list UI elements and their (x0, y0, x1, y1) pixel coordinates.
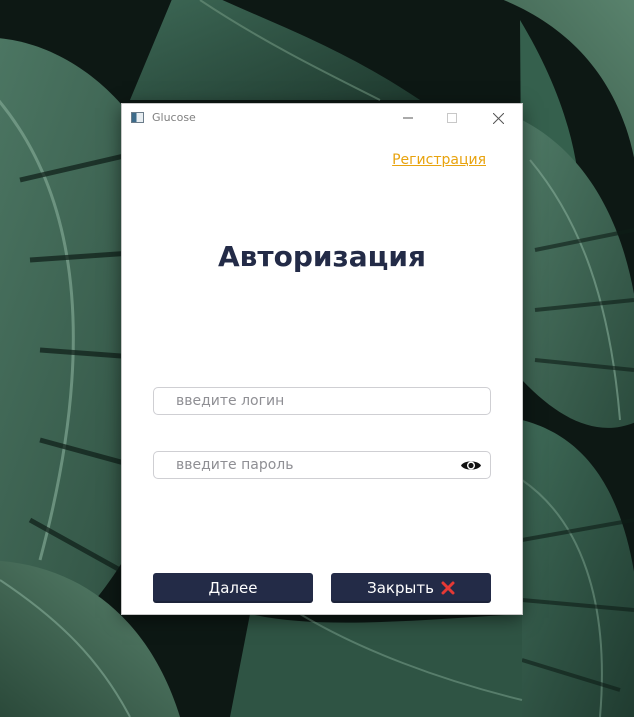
login-field[interactable] (153, 387, 491, 415)
register-link[interactable]: Регистрация (392, 152, 486, 168)
red-cross-icon (441, 581, 455, 595)
close-button[interactable]: Закрыть (331, 573, 491, 603)
minimize-button[interactable] (386, 104, 430, 132)
eye-icon[interactable] (460, 458, 482, 473)
close-button-label: Закрыть (367, 579, 434, 597)
minimize-icon (403, 117, 413, 119)
auth-window: Glucose Регистрация Авторизация введите … (122, 104, 522, 614)
password-field[interactable] (153, 451, 491, 479)
login-input[interactable] (154, 388, 490, 414)
password-input[interactable] (154, 452, 490, 478)
title-bar[interactable]: Glucose (122, 104, 522, 132)
page-title: Авторизация (217, 240, 427, 273)
next-button[interactable]: Далее (153, 573, 313, 603)
close-icon (492, 112, 504, 124)
window-close-button[interactable] (476, 104, 520, 132)
maximize-icon (447, 113, 457, 123)
app-icon (131, 112, 144, 123)
window-title: Glucose (152, 111, 196, 124)
next-button-label: Далее (208, 579, 258, 597)
maximize-button[interactable] (430, 104, 474, 132)
